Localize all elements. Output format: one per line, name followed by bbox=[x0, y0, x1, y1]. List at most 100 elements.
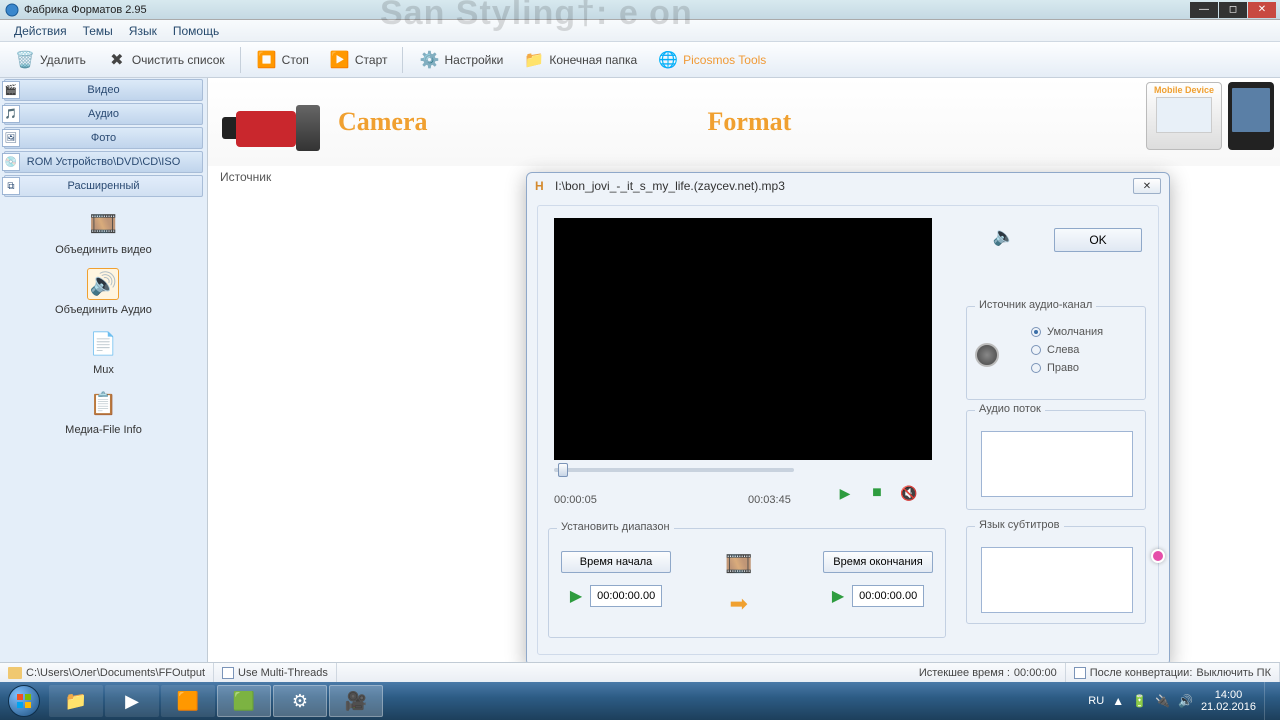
sidebar-cat-photo[interactable]: 🖼 Фото bbox=[4, 127, 203, 149]
sidebar-cat-audio[interactable]: 🎵 Аудио bbox=[4, 103, 203, 125]
toolbar-delete[interactable]: 🗑️ Удалить bbox=[6, 47, 94, 73]
start-button[interactable] bbox=[0, 682, 48, 720]
toolbar-out-folder[interactable]: 📁 Конечная папка bbox=[515, 47, 645, 73]
audio-stream-groupbox: Аудио поток bbox=[966, 410, 1146, 510]
dialog-close-button[interactable]: ✕ bbox=[1133, 178, 1161, 194]
tray-network-icon[interactable]: 🔌 bbox=[1155, 694, 1170, 708]
picosmos-icon: 🌐 bbox=[657, 49, 679, 71]
lang-indicator[interactable]: RU bbox=[1088, 695, 1104, 707]
play-start-icon[interactable]: ▶ bbox=[570, 586, 582, 606]
radio-left[interactable]: Слева bbox=[991, 341, 1103, 359]
tray-volume-icon[interactable]: 🔊 bbox=[1178, 694, 1193, 708]
radio-default[interactable]: Умолчания bbox=[991, 323, 1103, 341]
folder-icon: 📁 bbox=[523, 49, 545, 71]
tool-mux[interactable]: 📄 Mux bbox=[88, 328, 120, 376]
statusbar: C:\Users\Олег\Documents\FFOutput Use Mul… bbox=[0, 662, 1280, 682]
taskbar-app-1[interactable]: 🟧 bbox=[161, 685, 215, 717]
taskbar-media-player[interactable]: ▶ bbox=[105, 685, 159, 717]
taskbar-app-3[interactable]: ⚙ bbox=[273, 685, 327, 717]
video-preview[interactable] bbox=[554, 218, 932, 460]
end-time-input[interactable] bbox=[852, 585, 924, 607]
clock[interactable]: 14:00 21.02.2016 bbox=[1201, 689, 1256, 713]
arrow-right-icon: ➡ bbox=[729, 591, 747, 617]
toolbar: 🗑️ Удалить ✖ Очистить список ⏹️ Стоп ▶️ … bbox=[0, 42, 1280, 78]
status-multithread[interactable]: Use Multi-Threads bbox=[214, 663, 337, 682]
checkbox-icon bbox=[222, 667, 234, 679]
settings-icon: ⚙️ bbox=[418, 49, 440, 71]
minimize-button[interactable]: — bbox=[1190, 2, 1218, 18]
toolbar-picosmos[interactable]: 🌐 Picosmos Tools bbox=[649, 47, 774, 73]
merge-video-icon: 🎞️ bbox=[88, 208, 120, 240]
range-mid-icons: 🎞️ ➡ bbox=[725, 551, 752, 617]
radio-right[interactable]: Право bbox=[991, 359, 1103, 377]
end-time-button[interactable]: Время окончания bbox=[823, 551, 933, 573]
taskbar-explorer[interactable]: 📁 bbox=[49, 685, 103, 717]
subtitle-lang-groupbox: Язык субтитров bbox=[966, 526, 1146, 624]
ok-button[interactable]: OK bbox=[1054, 228, 1142, 252]
subtitle-lang-list[interactable] bbox=[981, 547, 1133, 613]
mute-button[interactable]: 🔇 bbox=[900, 484, 918, 502]
start-time-button[interactable]: Время начала bbox=[561, 551, 671, 573]
sidebar: 🎬 Видео 🎵 Аудио 🖼 Фото 💿 ROM Устройство\… bbox=[0, 78, 208, 662]
video-icon: 🎬 bbox=[2, 81, 20, 99]
dialog-titlebar[interactable]: H I:\bon_jovi_-_it_s_my_life.(zaycev.net… bbox=[527, 173, 1169, 199]
photo-icon: 🖼 bbox=[2, 129, 20, 147]
subtitle-lang-title: Язык субтитров bbox=[975, 519, 1064, 531]
audio-stream-list[interactable] bbox=[981, 431, 1133, 497]
tool-media-info[interactable]: 📋 Медиа-File Info bbox=[65, 388, 142, 436]
checkbox-icon bbox=[1074, 667, 1086, 679]
seek-slider[interactable] bbox=[554, 468, 794, 472]
sidebar-cat-video[interactable]: 🎬 Видео bbox=[4, 79, 203, 101]
time-total: 00:03:45 bbox=[748, 494, 791, 506]
tool-merge-video[interactable]: 🎞️ Объединить видео bbox=[55, 208, 152, 256]
slider-thumb[interactable] bbox=[558, 463, 568, 477]
audio-icon: 🎵 bbox=[2, 105, 20, 123]
radio-dot bbox=[1031, 327, 1041, 337]
window-close-button[interactable]: ✕ bbox=[1248, 2, 1276, 18]
menu-actions[interactable]: Действия bbox=[6, 24, 75, 38]
separator bbox=[402, 47, 403, 73]
window-titlebar: Фабрика Форматов 2.95 San Styling†: e on… bbox=[0, 0, 1280, 20]
menu-help[interactable]: Помощь bbox=[165, 24, 227, 38]
menubar: Действия Темы Язык Помощь bbox=[0, 20, 1280, 42]
status-elapsed: Истекшее время : 00:00:00 bbox=[911, 663, 1066, 682]
system-tray: RU ▲ 🔋 🔌 🔊 14:00 21.02.2016 bbox=[1088, 682, 1280, 720]
toolbar-stop[interactable]: ⏹️ Стоп bbox=[248, 47, 317, 73]
status-output-folder[interactable]: C:\Users\Олег\Documents\FFOutput bbox=[0, 663, 214, 682]
play-end-icon[interactable]: ▶ bbox=[832, 586, 844, 606]
tray-flag-icon[interactable]: ▲ bbox=[1112, 694, 1124, 708]
tool-merge-audio[interactable]: 🔊 Объединить Аудио bbox=[55, 268, 152, 316]
clear-icon: ✖ bbox=[106, 49, 128, 71]
show-desktop-button[interactable] bbox=[1264, 682, 1274, 720]
mobile-device-art: Mobile Device bbox=[1146, 82, 1222, 150]
start-icon: ▶️ bbox=[329, 49, 351, 71]
radio-dot bbox=[1031, 345, 1041, 355]
file-type-icon: H bbox=[535, 179, 549, 193]
stop-icon: ⏹️ bbox=[256, 49, 278, 71]
sidebar-cat-rom[interactable]: 💿 ROM Устройство\DVD\CD\ISO bbox=[4, 151, 203, 173]
range-groupbox: Установить диапазон Время начала ▶ 🎞️ ➡ bbox=[548, 528, 946, 638]
status-after-convert[interactable]: После конвертации: Выключить ПК bbox=[1066, 663, 1280, 682]
tray-battery-icon[interactable]: 🔋 bbox=[1132, 694, 1147, 708]
stop-button[interactable]: ■ bbox=[868, 484, 886, 502]
cursor-marker-icon bbox=[1151, 549, 1165, 563]
time-current: 00:00:05 bbox=[554, 494, 597, 506]
preview-dialog: H I:\bon_jovi_-_it_s_my_life.(zaycev.net… bbox=[526, 172, 1170, 662]
menu-language[interactable]: Язык bbox=[121, 24, 165, 38]
section-title: Источник bbox=[220, 170, 271, 184]
taskbar-app-2[interactable]: 🟩 bbox=[217, 685, 271, 717]
taskbar: 📁 ▶ 🟧 🟩 ⚙ 🎥 RU ▲ 🔋 🔌 🔊 14:00 21.02.2016 bbox=[0, 682, 1280, 720]
maximize-button[interactable]: ◻ bbox=[1219, 2, 1247, 18]
info-icon: 📋 bbox=[87, 388, 119, 420]
audio-source-groupbox: Источник аудио-канал Умолчания Слева bbox=[966, 306, 1146, 400]
play-button[interactable]: ▶ bbox=[836, 484, 854, 502]
range-title: Установить диапазон bbox=[557, 521, 674, 533]
toolbar-settings[interactable]: ⚙️ Настройки bbox=[410, 47, 511, 73]
toolbar-clear[interactable]: ✖ Очистить список bbox=[98, 47, 233, 73]
start-time-input[interactable] bbox=[590, 585, 662, 607]
menu-themes[interactable]: Темы bbox=[75, 24, 121, 38]
sidebar-cat-advanced[interactable]: ⧉ Расширенный bbox=[4, 175, 203, 197]
brand-camera-text: Camera bbox=[338, 107, 428, 137]
taskbar-format-factory[interactable]: 🎥 bbox=[329, 685, 383, 717]
toolbar-start[interactable]: ▶️ Старт bbox=[321, 47, 396, 73]
